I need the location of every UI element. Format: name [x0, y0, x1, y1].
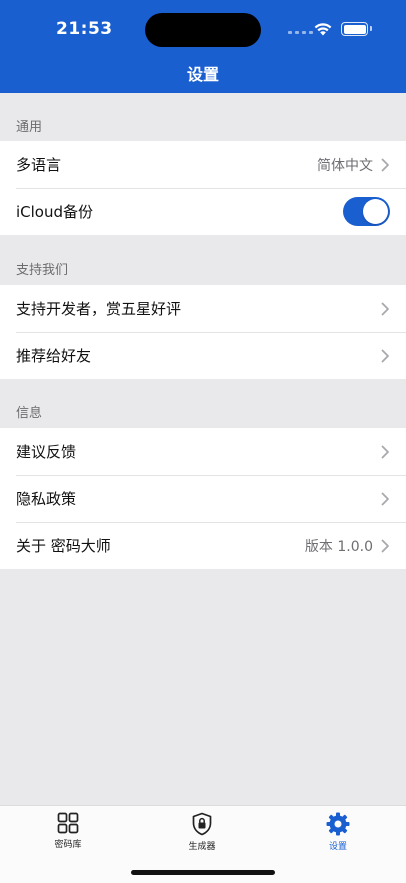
chevron-right-icon — [381, 539, 389, 552]
grid-icon — [57, 812, 79, 834]
version-value: 版本 1.0.0 — [304, 538, 373, 555]
row-label: iCloud备份 — [16, 203, 94, 221]
chevron-right-icon — [381, 158, 389, 171]
row-label: 建议反馈 — [16, 443, 77, 461]
section-header-support: 支持我们 — [16, 263, 69, 278]
row-privacy-policy[interactable]: 隐私政策 — [0, 475, 406, 522]
cellular-signal-icon — [288, 31, 313, 34]
row-icloud-backup: iCloud备份 — [0, 188, 406, 235]
dynamic-island — [145, 13, 261, 47]
group-general: 多语言 简体中文 iCloud备份 — [0, 141, 406, 235]
tab-label: 密码库 — [54, 840, 82, 850]
toggle-knob — [363, 199, 388, 224]
chevron-right-icon — [381, 349, 389, 362]
row-language[interactable]: 多语言 简体中文 — [0, 141, 406, 188]
row-feedback[interactable]: 建议反馈 — [0, 428, 406, 475]
section-header-general: 通用 — [16, 120, 43, 135]
tab-label: 生成器 — [188, 842, 216, 852]
navigation-bar: 21:53 设置 — [0, 0, 406, 93]
group-support: 支持开发者，赏五星好评 推荐给好友 — [0, 285, 406, 379]
row-value: 简体中文 — [317, 157, 373, 174]
row-label: 推荐给好友 — [16, 347, 92, 365]
row-rate-five-stars[interactable]: 支持开发者，赏五星好评 — [0, 285, 406, 332]
row-label: 关于 密码大师 — [16, 537, 111, 555]
chevron-right-icon — [381, 492, 389, 505]
chevron-right-icon — [381, 445, 389, 458]
icloud-backup-toggle[interactable] — [343, 197, 390, 226]
row-label: 多语言 — [16, 156, 62, 174]
wifi-icon — [314, 23, 332, 36]
battery-icon — [341, 22, 372, 36]
row-about[interactable]: 关于 密码大师 版本 1.0.0 — [0, 522, 406, 569]
status-time: 21:53 — [56, 19, 113, 39]
page-title: 设置 — [186, 65, 219, 84]
row-recommend-friends[interactable]: 推荐给好友 — [0, 332, 406, 379]
chevron-right-icon — [381, 302, 389, 315]
group-info: 建议反馈 隐私政策 关于 密码大师 版本 1.0.0 — [0, 428, 406, 569]
section-header-info: 信息 — [16, 406, 43, 421]
shield-lock-icon — [192, 812, 212, 836]
tab-settings[interactable]: 设置 — [298, 812, 378, 852]
tab-vault[interactable]: 密码库 — [28, 812, 108, 850]
tab-label: 设置 — [328, 842, 347, 852]
row-label: 隐私政策 — [16, 490, 77, 508]
gear-icon — [326, 812, 350, 836]
tab-generator[interactable]: 生成器 — [162, 812, 242, 852]
row-label: 支持开发者，赏五星好评 — [16, 300, 182, 318]
home-indicator — [131, 870, 275, 875]
